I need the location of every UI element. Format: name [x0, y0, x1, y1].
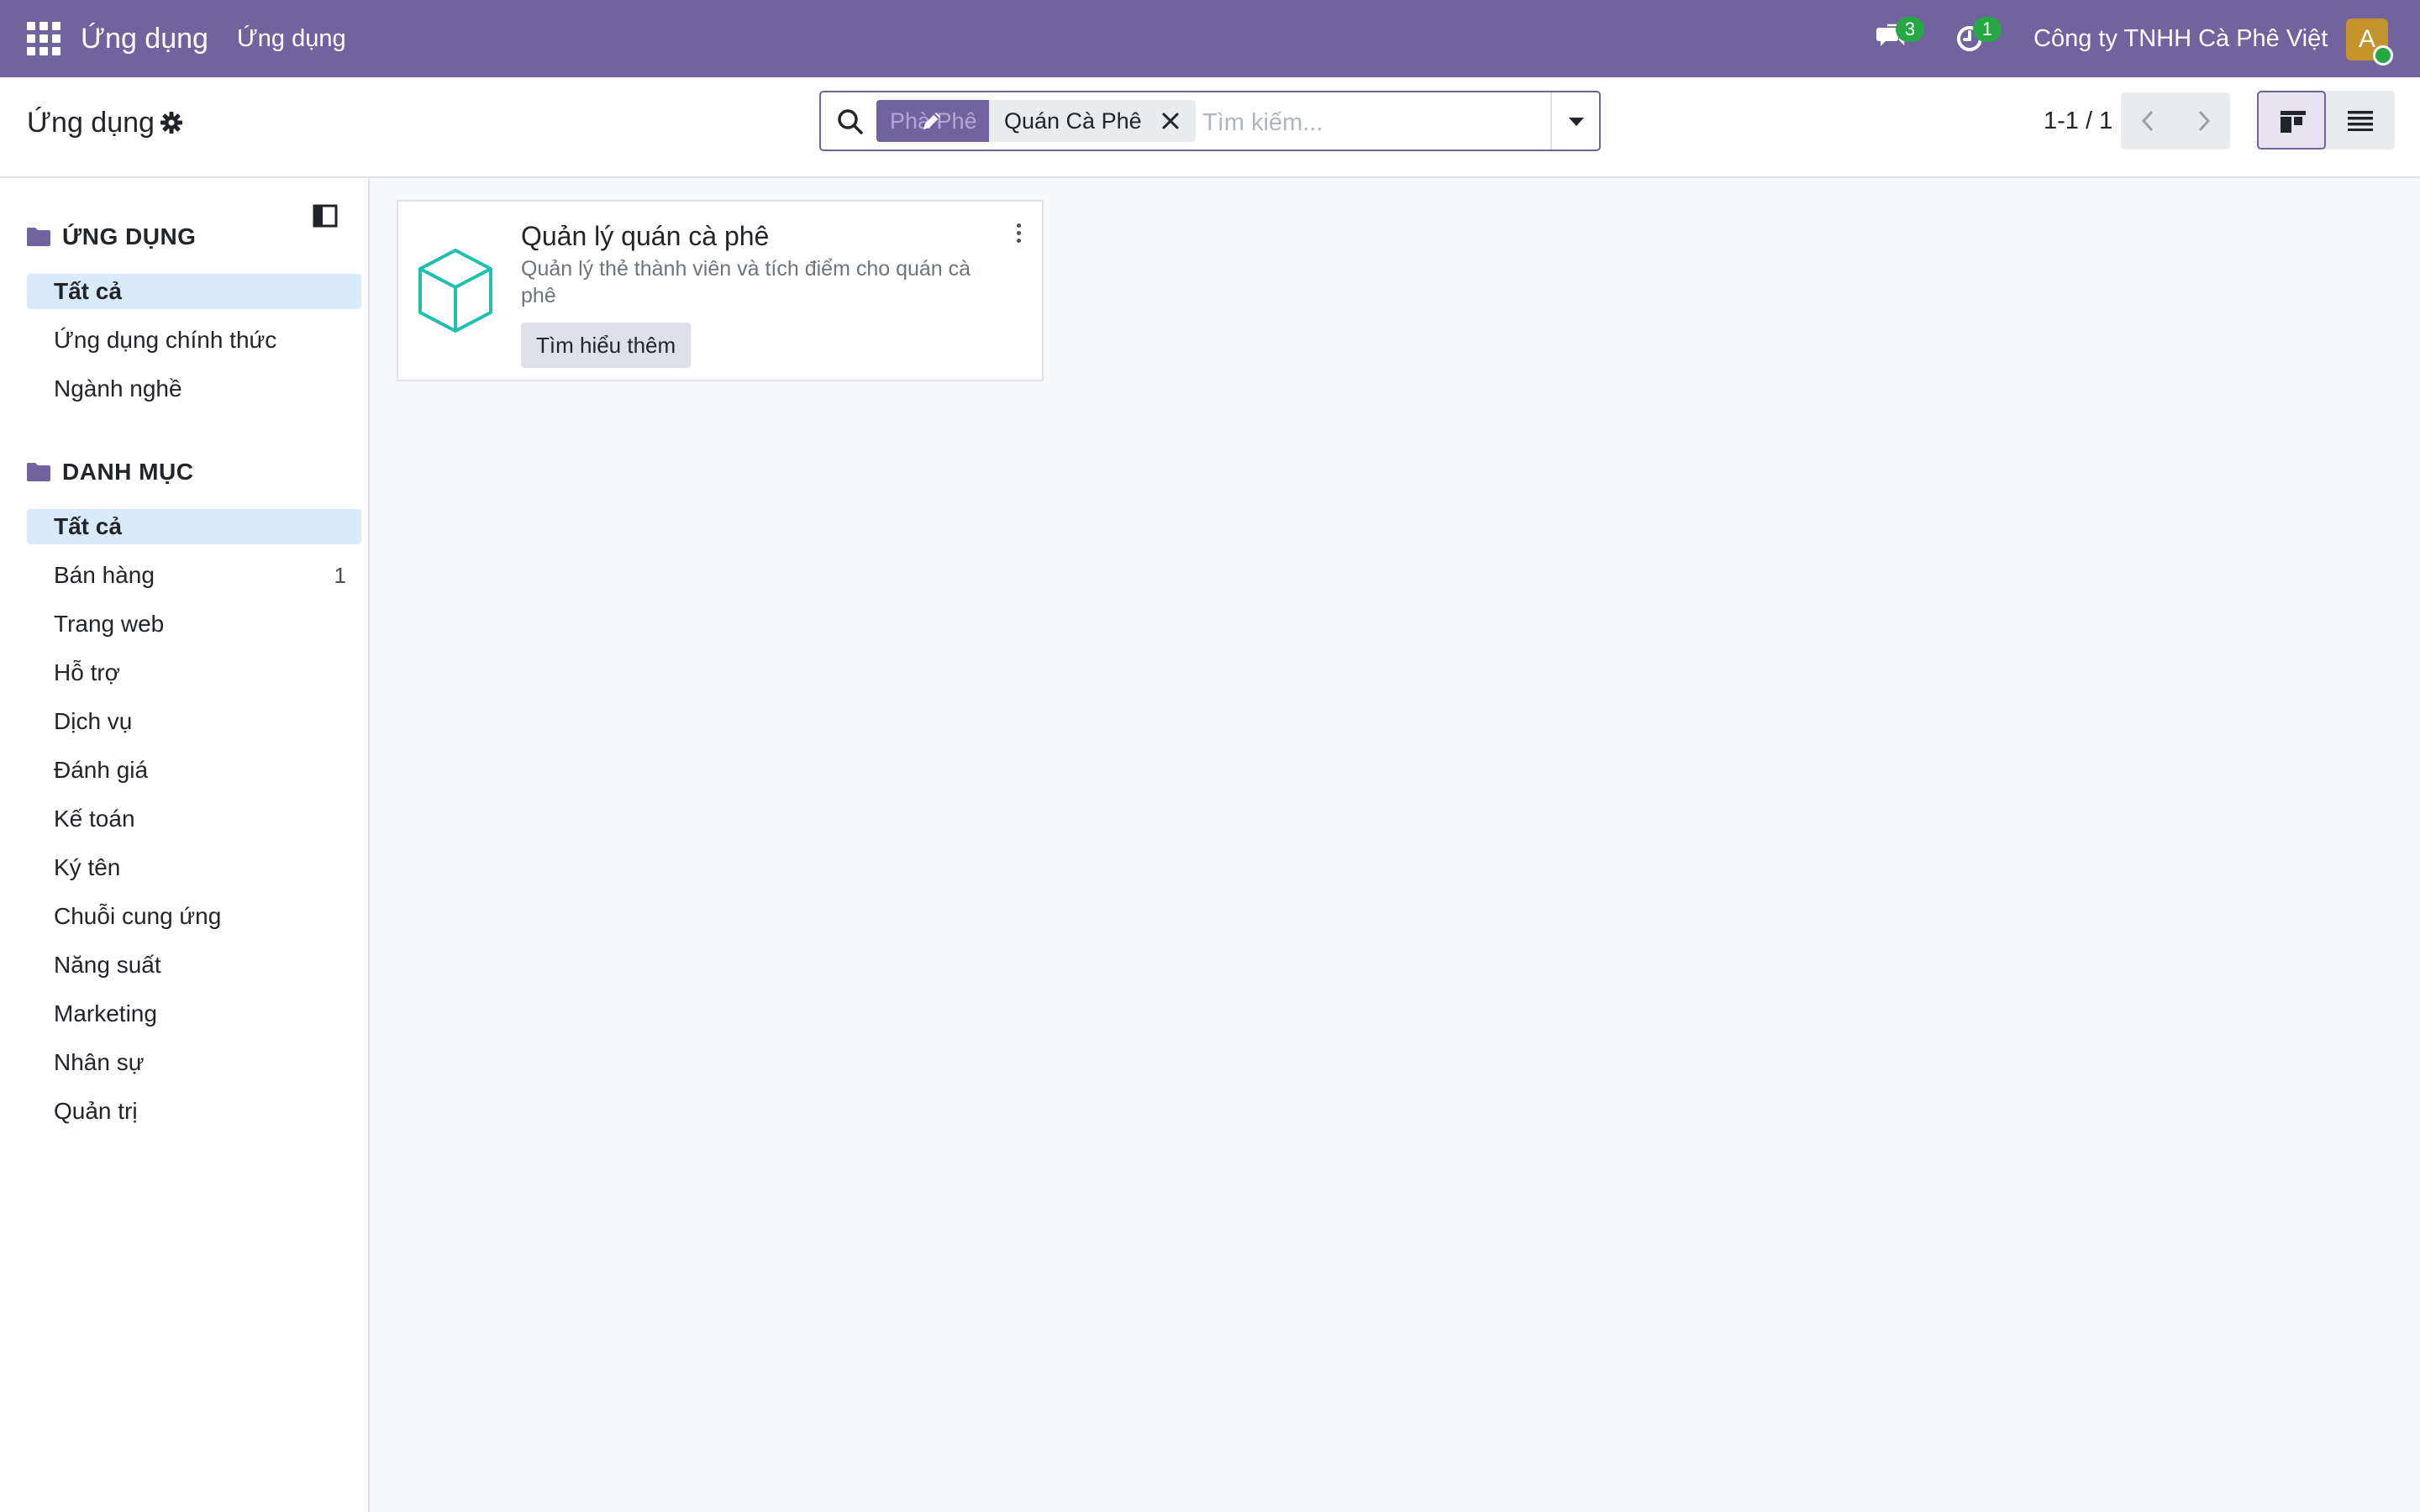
category-item-supply-chain[interactable]: Chuỗi cung ứng	[27, 899, 361, 934]
kanban-view-button[interactable]	[2257, 91, 2326, 150]
apps-menu-icon[interactable]	[24, 20, 64, 57]
apps-section-header: ỨNG DỤNG	[27, 218, 196, 255]
search-options-toggle[interactable]	[1550, 92, 1599, 150]
category-item-website[interactable]: Trang web	[27, 606, 361, 642]
company-switcher[interactable]: Công ty TNHH Cà Phê Việt	[2033, 22, 2328, 55]
view-switcher	[2257, 91, 2395, 150]
search-facet[interactable]: Phà Phê Quán Cà Phê	[876, 100, 1196, 142]
category-item-administration[interactable]: Quản trị	[27, 1094, 361, 1129]
category-item-reviews[interactable]: Đánh giá	[27, 753, 361, 788]
app-brand[interactable]: Ứng dụng	[81, 18, 208, 59]
main-navbar: Ứng dụng Ứng dụng 3 1 Công ty TNHH Cà Ph…	[0, 0, 2420, 77]
facet-label[interactable]: Phà Phê	[876, 100, 989, 142]
card-dropdown-icon[interactable]	[1010, 218, 1027, 247]
page-title[interactable]: Ứng dụng	[27, 102, 155, 143]
kanban-icon	[2281, 111, 2306, 133]
chevron-left-icon	[2141, 110, 2154, 132]
categories-section-header: DANH MỤC	[27, 454, 193, 491]
sidebar-toggle-icon[interactable]	[313, 203, 338, 228]
activities-button[interactable]: 1	[1953, 17, 2002, 57]
pager-buttons	[2121, 92, 2230, 150]
pager-previous-button[interactable]	[2121, 92, 2175, 150]
filter-item-all-apps[interactable]: Tất cả	[27, 274, 361, 309]
learn-more-button[interactable]: Tìm hiểu thêm	[521, 323, 692, 368]
filter-item-industries[interactable]: Ngành nghề	[27, 371, 361, 407]
folder-icon	[27, 463, 50, 481]
module-box-icon	[418, 249, 492, 333]
control-panel: Ứng dụng Phà Phê Quán Cà Phê Tìm kiếm...…	[0, 77, 2420, 178]
category-item-services[interactable]: Dịch vụ	[27, 704, 361, 739]
facet-value: Quán Cà Phê	[989, 100, 1196, 142]
avatar-initial: A	[2358, 25, 2375, 53]
list-view-button[interactable]	[2326, 91, 2395, 150]
pager-next-button[interactable]	[2175, 92, 2230, 150]
messages-count-badge: 3	[1896, 17, 1924, 42]
module-card[interactable]: Quản lý quán cà phê Quản lý thẻ thành vi…	[397, 200, 1044, 381]
module-title: Quản lý quán cà phê	[521, 221, 770, 251]
pager-value[interactable]: 1-1 / 1	[2044, 104, 2112, 138]
category-item-productivity[interactable]: Năng suất	[27, 948, 361, 983]
category-item-marketing[interactable]: Marketing	[27, 996, 361, 1032]
filter-item-official-apps[interactable]: Ứng dụng chính thức	[27, 323, 361, 358]
activities-count-badge: 1	[1973, 17, 2002, 42]
category-item-accounting[interactable]: Kế toán	[27, 801, 361, 837]
list-icon	[2348, 111, 2373, 131]
search-panel: ỨNG DỤNG Tất cả Ứng dụng chính thức Ngàn…	[0, 178, 370, 1512]
pencil-icon	[923, 113, 940, 129]
caret-down-icon	[1569, 118, 1584, 126]
category-item-sign[interactable]: Ký tên	[27, 850, 361, 885]
module-description: Quản lý thẻ thành viên và tích điểm cho …	[521, 257, 971, 307]
search-input[interactable]	[1202, 104, 1539, 141]
menu-item-apps[interactable]: Ứng dụng	[237, 22, 346, 55]
messages-button[interactable]: 3	[1876, 17, 1924, 57]
category-item-hr[interactable]: Nhân sự	[27, 1045, 361, 1080]
category-item-all[interactable]: Tất cả	[27, 509, 361, 544]
search-icon[interactable]	[836, 108, 865, 136]
category-item-support[interactable]: Hỗ trợ	[27, 655, 361, 690]
close-icon[interactable]	[1160, 111, 1181, 131]
user-avatar[interactable]: A	[2346, 18, 2393, 66]
gear-icon[interactable]	[160, 111, 183, 134]
folder-icon	[27, 228, 50, 246]
chevron-right-icon	[2198, 110, 2211, 132]
category-count: 1	[334, 563, 346, 588]
category-item-sales[interactable]: Bán hàng 1	[27, 558, 361, 593]
online-status-icon	[2373, 45, 2393, 66]
search-bar: Phà Phê Quán Cà Phê	[819, 91, 1601, 151]
